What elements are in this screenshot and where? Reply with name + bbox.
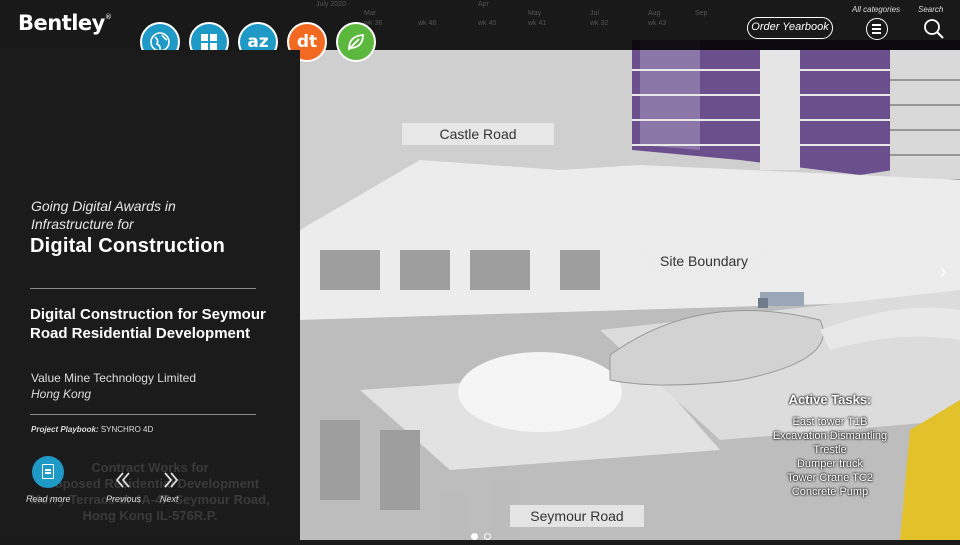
read-more-button[interactable] <box>32 456 64 488</box>
active-tasks-title: Active Tasks: <box>788 392 872 407</box>
timeline-label: Aug <box>648 10 661 17</box>
timeline-week: wk 40 <box>478 20 497 27</box>
task-item: Trestle <box>813 444 847 456</box>
category-leaf-button[interactable] <box>336 22 376 62</box>
playbook-value: SYNCHRO 4D <box>100 425 154 434</box>
project-playbook: Project Playbook: SYNCHRO 4D <box>31 425 153 434</box>
site-boundary-label: Site Boundary <box>642 250 766 272</box>
task-item: Dumper truck <box>796 458 864 470</box>
slide-next-icon[interactable]: › <box>940 261 947 284</box>
project-title: Digital Construction for Seymour Road Re… <box>30 306 266 342</box>
task-item: Excavation Dismantling <box>772 430 888 442</box>
leaf-icon <box>348 34 364 51</box>
award-category-title: Digital Construction <box>30 235 226 257</box>
previous-icon[interactable] <box>113 470 133 490</box>
divider <box>30 414 256 415</box>
brand-mark: ® <box>104 13 112 21</box>
task-item: Concrete Pump <box>791 486 869 498</box>
grid-icon <box>201 34 217 50</box>
playbook-label: Project Playbook: <box>31 425 99 434</box>
menu-icon[interactable] <box>866 18 888 40</box>
next-label: Next <box>160 494 179 504</box>
slide-pagination <box>468 527 494 545</box>
timeline-label: Jul <box>590 10 599 17</box>
active-tasks-list: Active Tasks: East tower T1B Excavation … <box>740 393 920 499</box>
award-line-2: Infrastructure for <box>31 216 134 232</box>
timeline-week: wk 41 <box>528 20 547 27</box>
timeline-label: Apr <box>478 1 489 8</box>
order-yearbook-button[interactable]: Order Yearbook <box>747 17 833 39</box>
timeline-week: wk 43 <box>648 20 667 27</box>
timeline-week: wk 32 <box>590 20 609 27</box>
task-item: Tower Crane TC2 <box>787 472 873 484</box>
all-categories-label: All categories <box>852 5 901 14</box>
seymour-road-label: Seymour Road <box>510 505 644 527</box>
timeline-label: Mar <box>364 10 377 17</box>
timeline-label: May <box>528 10 542 17</box>
brand-name: Bentley <box>18 11 105 35</box>
next-icon[interactable] <box>161 470 181 490</box>
search-icon[interactable] <box>923 18 945 40</box>
bentley-logo[interactable]: Bentley® <box>18 11 112 35</box>
pagination-dot[interactable] <box>484 533 491 540</box>
pagination-dot-active[interactable] <box>471 533 478 540</box>
read-more-label: Read more <box>26 494 71 504</box>
search-label: Search <box>918 5 944 14</box>
divider <box>30 288 256 289</box>
previous-label: Previous <box>106 494 142 504</box>
caption-line: Hong Kong IL-576R.P. <box>82 508 218 523</box>
task-item: East tower T1B <box>792 416 868 428</box>
timeline-week: wk 48 <box>418 20 437 27</box>
az-icon: az <box>247 32 269 52</box>
timeline-label: July 2020 <box>316 1 346 8</box>
award-line-1: Going Digital Awards in <box>31 198 176 214</box>
company-name: Value Mine Technology Limited <box>31 371 196 385</box>
project-location: Hong Kong <box>31 387 92 401</box>
timeline-label: Sep <box>695 10 708 17</box>
dt-icon: dt <box>296 32 318 52</box>
castle-road-label: Castle Road <box>402 123 554 145</box>
